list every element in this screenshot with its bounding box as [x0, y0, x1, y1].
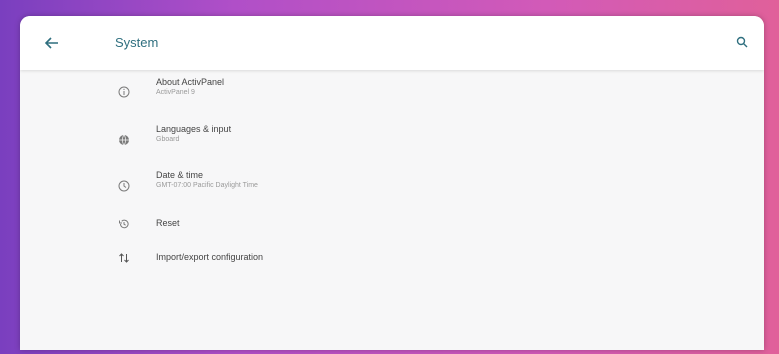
history-icon: [116, 216, 132, 232]
page-title: System: [115, 35, 159, 50]
search-button[interactable]: [732, 32, 752, 52]
setting-label: Import/export configuration: [156, 252, 264, 262]
back-button[interactable]: [40, 31, 64, 55]
search-icon: [736, 36, 748, 48]
setting-label: Date & time: [156, 170, 204, 180]
setting-summary: GMT-07:00 Pacific Daylight Time: [156, 182, 258, 189]
setting-label: Reset: [156, 218, 180, 228]
setting-label: About ActivPanel: [156, 77, 225, 87]
import-export-icon: [116, 250, 132, 266]
globe-icon: [116, 132, 132, 148]
settings-screen: System About ActivPanel ActivPanel 9 Lan…: [20, 16, 764, 350]
arrow-left-icon: [45, 37, 58, 49]
setting-label: Languages & input: [156, 124, 232, 134]
setting-item-about[interactable]: About ActivPanel ActivPanel 9: [100, 72, 740, 112]
setting-item-date-time[interactable]: Date & time GMT-07:00 Pacific Daylight T…: [100, 166, 740, 206]
clock-icon: [116, 178, 132, 194]
setting-summary: ActivPanel 9: [156, 89, 195, 96]
setting-summary: Gboard: [156, 136, 180, 143]
setting-item-languages[interactable]: Languages & input Gboard: [100, 120, 740, 160]
setting-item-import-export[interactable]: Import/export configuration: [100, 238, 740, 278]
info-icon: [116, 84, 132, 100]
app-bar: System: [20, 16, 764, 70]
